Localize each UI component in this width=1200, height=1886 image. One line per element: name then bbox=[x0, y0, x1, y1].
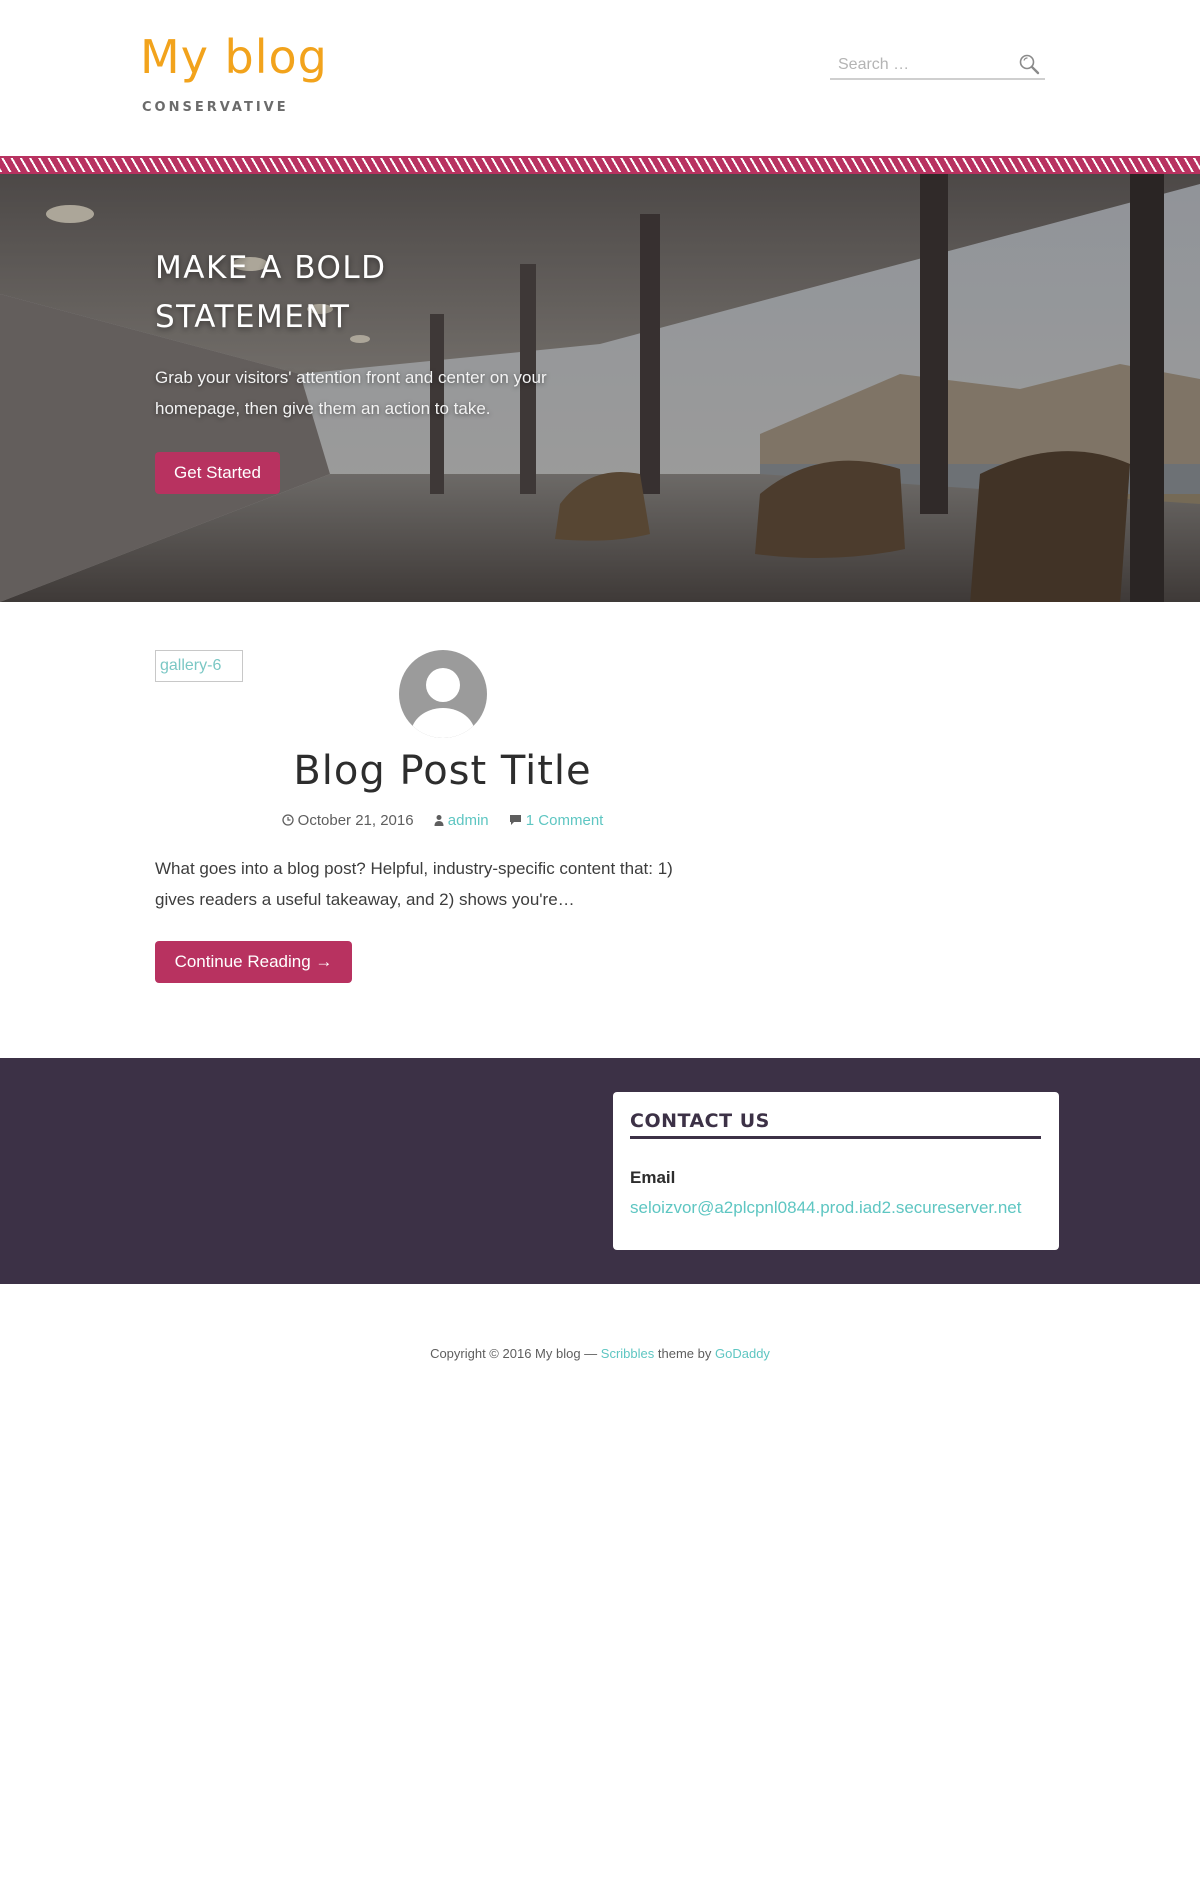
email-link[interactable]: seloizvor@a2plcpnl0844.prod.iad2.secures… bbox=[630, 1198, 1022, 1218]
contact-widget: CONTACT US Email seloizvor@a2plcpnl0844.… bbox=[613, 1092, 1059, 1250]
hero-title: MAKE A BOLD STATEMENT bbox=[155, 250, 387, 335]
clock-icon bbox=[282, 814, 294, 826]
theme-author-link[interactable]: GoDaddy bbox=[715, 1346, 770, 1361]
hero-text: Grab your visitors' attention front and … bbox=[155, 368, 547, 418]
avatar-icon bbox=[399, 650, 487, 738]
comment-icon bbox=[509, 815, 521, 825]
email-label: Email bbox=[630, 1168, 676, 1187]
site-description: CONSERVATIVE bbox=[142, 100, 289, 115]
site-info: Copyright © 2016 My blog — Scribbles the… bbox=[0, 1346, 1200, 1361]
theme-by-text: theme by bbox=[657, 1346, 712, 1361]
get-started-button[interactable]: Get Started bbox=[155, 452, 280, 494]
post-meta: October 21, 2016 admin 1 Comment bbox=[155, 812, 730, 829]
copyright-text: Copyright © 2016 My blog — bbox=[430, 1346, 598, 1361]
search-form bbox=[830, 50, 1045, 80]
site-title[interactable]: My blog bbox=[140, 30, 328, 84]
theme-link[interactable]: Scribbles bbox=[601, 1346, 654, 1361]
post-comments-link[interactable]: 1 Comment bbox=[526, 812, 604, 829]
search-input[interactable] bbox=[836, 54, 1010, 76]
post-date: October 21, 2016 bbox=[282, 812, 418, 829]
continue-reading-button[interactable]: Continue Reading → bbox=[155, 941, 352, 983]
footer-widget-area: CONTACT US Email seloizvor@a2plcpnl0844.… bbox=[0, 1058, 1200, 1284]
decorative-stripe-divider bbox=[0, 156, 1200, 174]
post-thumbnail-broken-image[interactable]: gallery-6 bbox=[155, 650, 243, 682]
site-header: My blog CONSERVATIVE bbox=[0, 0, 1200, 156]
search-icon[interactable] bbox=[1017, 52, 1041, 76]
contact-widget-title: CONTACT US bbox=[630, 1110, 1041, 1139]
user-icon bbox=[434, 815, 444, 826]
post-title[interactable]: Blog Post Title bbox=[155, 748, 730, 794]
hero-section: MAKE A BOLD STATEMENT Grab your visitors… bbox=[0, 174, 1200, 602]
post-date-text: October 21, 2016 bbox=[297, 812, 414, 829]
post-comments: 1 Comment bbox=[509, 812, 604, 829]
post-excerpt: What goes into a blog post? Helpful, ind… bbox=[155, 859, 673, 909]
post-author: admin bbox=[434, 812, 493, 829]
post-author-link[interactable]: admin bbox=[448, 812, 489, 829]
